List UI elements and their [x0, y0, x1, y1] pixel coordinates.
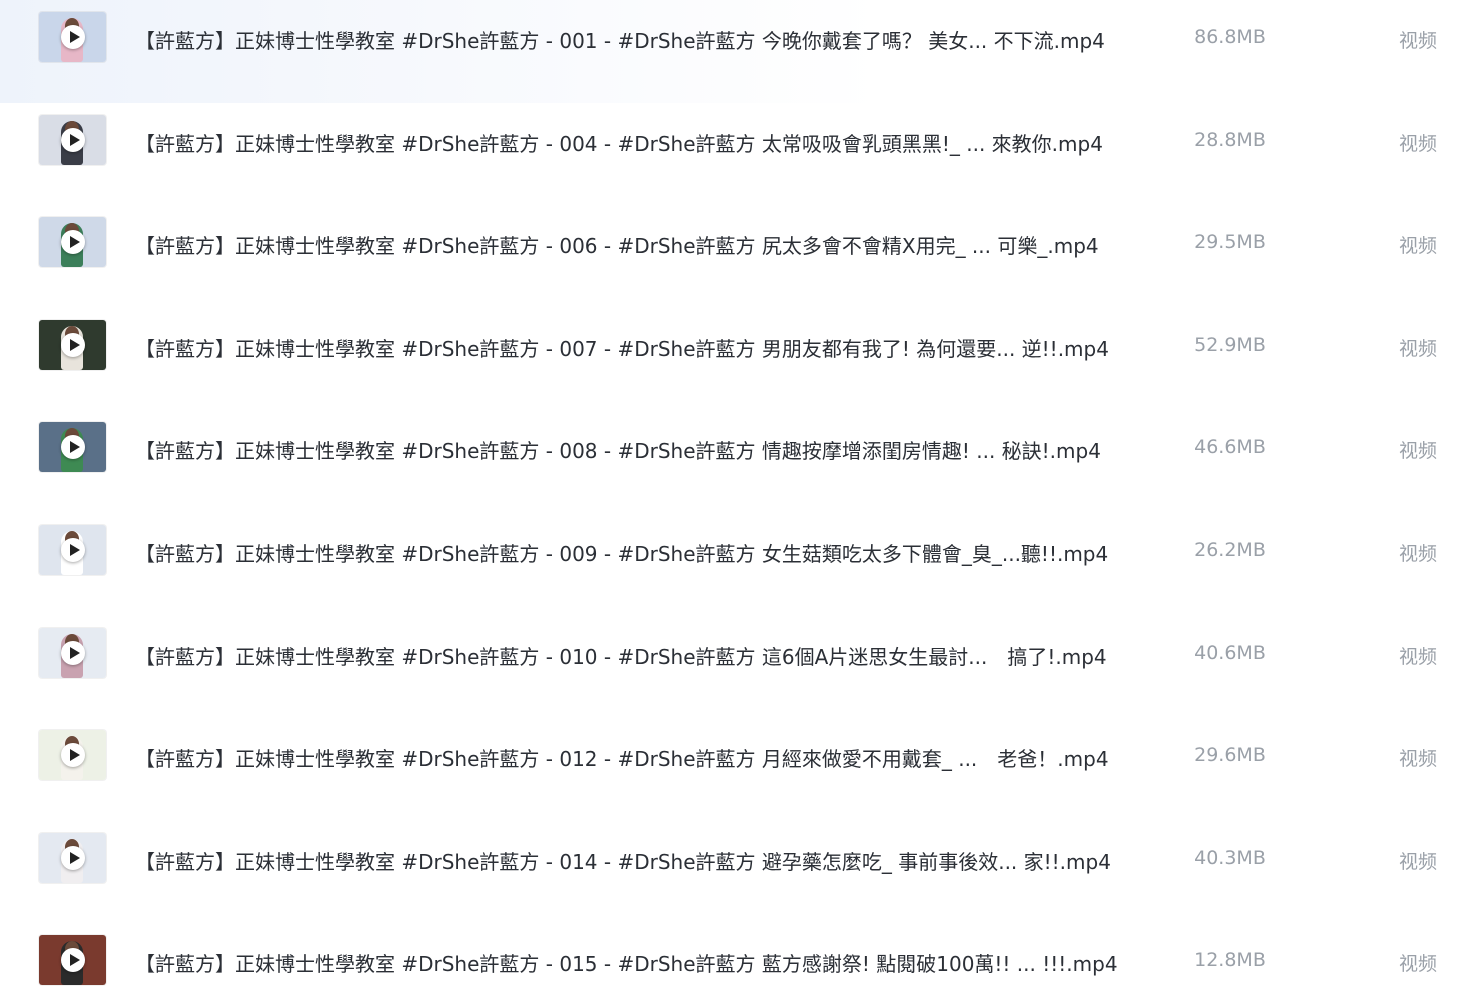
file-type: 视频	[1398, 851, 1437, 873]
file-row[interactable]: 【許藍方】正妹博士性學教室 #DrShe許藍方 - 014 - #DrShe許藍…	[0, 821, 1470, 924]
video-thumbnail[interactable]	[39, 12, 106, 62]
file-size: 52.9MB	[1194, 334, 1266, 356]
file-row[interactable]: 【許藍方】正妹博士性學教室 #DrShe許藍方 - 004 - #DrShe許藍…	[0, 103, 1470, 206]
file-name[interactable]: 【許藍方】正妹博士性學教室 #DrShe許藍方 - 001 - #DrShe許藍…	[135, 25, 1120, 54]
video-thumbnail[interactable]	[39, 833, 106, 883]
file-name[interactable]: 【許藍方】正妹博士性學教室 #DrShe許藍方 - 004 - #DrShe許藍…	[135, 128, 1120, 157]
video-thumbnail[interactable]	[39, 422, 106, 472]
file-row[interactable]: 【許藍方】正妹博士性學教室 #DrShe許藍方 - 009 - #DrShe許藍…	[0, 513, 1470, 616]
file-name[interactable]: 【許藍方】正妹博士性學教室 #DrShe許藍方 - 010 - #DrShe許藍…	[135, 641, 1120, 670]
file-name[interactable]: 【許藍方】正妹博士性學教室 #DrShe許藍方 - 007 - #DrShe許藍…	[135, 333, 1120, 362]
file-name[interactable]: 【許藍方】正妹博士性學教室 #DrShe許藍方 - 006 - #DrShe許藍…	[135, 230, 1120, 259]
file-row[interactable]: 【許藍方】正妹博士性學教室 #DrShe許藍方 - 001 - #DrShe許藍…	[0, 0, 1470, 103]
file-type: 视频	[1398, 440, 1437, 462]
play-icon[interactable]	[60, 435, 85, 459]
file-type: 视频	[1398, 953, 1437, 975]
file-name[interactable]: 【許藍方】正妹博士性學教室 #DrShe許藍方 - 008 - #DrShe許藍…	[135, 435, 1120, 464]
file-size: 29.5MB	[1194, 231, 1266, 253]
file-name[interactable]: 【許藍方】正妹博士性學教室 #DrShe許藍方 - 015 - #DrShe許藍…	[135, 948, 1120, 977]
video-thumbnail[interactable]	[39, 628, 106, 678]
file-size: 40.6MB	[1194, 642, 1266, 664]
file-size: 86.8MB	[1194, 26, 1266, 48]
file-row[interactable]: 【許藍方】正妹博士性學教室 #DrShe許藍方 - 006 - #DrShe許藍…	[0, 205, 1470, 308]
file-name[interactable]: 【許藍方】正妹博士性學教室 #DrShe許藍方 - 009 - #DrShe許藍…	[135, 538, 1120, 567]
video-thumbnail[interactable]	[39, 730, 106, 780]
file-type: 视频	[1398, 338, 1437, 360]
play-icon[interactable]	[60, 538, 85, 562]
play-icon[interactable]	[60, 128, 85, 152]
file-size: 29.6MB	[1194, 744, 1266, 766]
video-thumbnail[interactable]	[39, 320, 106, 370]
file-type: 视频	[1398, 646, 1437, 668]
file-name[interactable]: 【許藍方】正妹博士性學教室 #DrShe許藍方 - 014 - #DrShe許藍…	[135, 846, 1120, 875]
video-thumbnail[interactable]	[39, 935, 106, 985]
play-icon[interactable]	[60, 333, 85, 357]
file-type: 视频	[1398, 235, 1437, 257]
play-icon[interactable]	[60, 230, 85, 254]
file-size: 46.6MB	[1194, 436, 1266, 458]
play-icon[interactable]	[60, 641, 85, 665]
file-row[interactable]: 【許藍方】正妹博士性學教室 #DrShe許藍方 - 008 - #DrShe許藍…	[0, 410, 1470, 513]
play-icon[interactable]	[60, 743, 85, 767]
file-row[interactable]: 【許藍方】正妹博士性學教室 #DrShe許藍方 - 015 - #DrShe許藍…	[0, 923, 1470, 993]
file-type: 视频	[1398, 748, 1437, 770]
play-icon[interactable]	[60, 948, 85, 972]
file-size: 26.2MB	[1194, 539, 1266, 561]
file-list: 【許藍方】正妹博士性學教室 #DrShe許藍方 - 001 - #DrShe許藍…	[0, 0, 1470, 993]
file-type: 视频	[1398, 133, 1437, 155]
video-thumbnail[interactable]	[39, 115, 106, 165]
file-size: 40.3MB	[1194, 847, 1266, 869]
file-name[interactable]: 【許藍方】正妹博士性學教室 #DrShe許藍方 - 012 - #DrShe許藍…	[135, 743, 1120, 772]
file-row[interactable]: 【許藍方】正妹博士性學教室 #DrShe許藍方 - 012 - #DrShe許藍…	[0, 718, 1470, 821]
file-row[interactable]: 【許藍方】正妹博士性學教室 #DrShe許藍方 - 010 - #DrShe許藍…	[0, 616, 1470, 719]
file-type: 视频	[1398, 30, 1437, 52]
video-thumbnail[interactable]	[39, 525, 106, 575]
video-thumbnail[interactable]	[39, 217, 106, 267]
file-size: 12.8MB	[1194, 949, 1266, 971]
play-icon[interactable]	[60, 25, 85, 49]
file-size: 28.8MB	[1194, 129, 1266, 151]
play-icon[interactable]	[60, 846, 85, 870]
file-type: 视频	[1398, 543, 1437, 565]
file-row[interactable]: 【許藍方】正妹博士性學教室 #DrShe許藍方 - 007 - #DrShe許藍…	[0, 308, 1470, 411]
